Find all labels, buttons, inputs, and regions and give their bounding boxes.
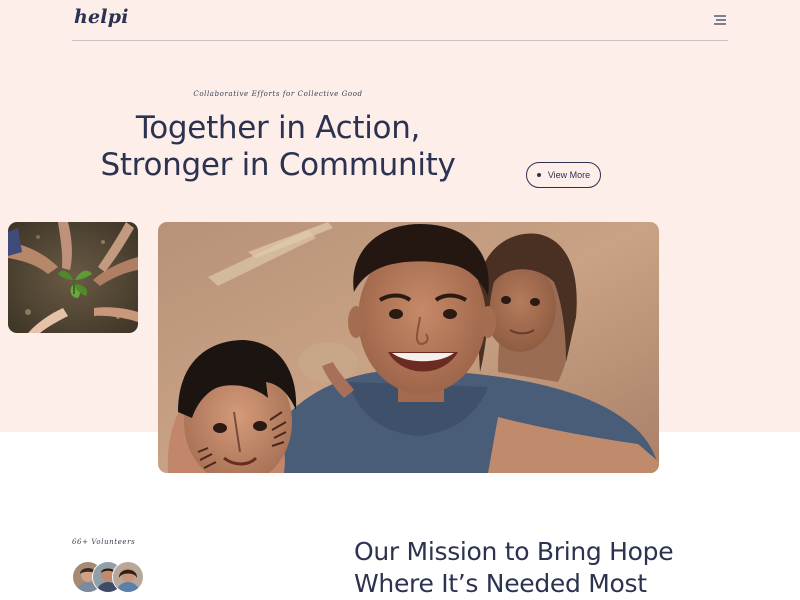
brand-logo[interactable]: helpi xyxy=(74,6,129,28)
hero-title: Together in Action, Stronger in Communit… xyxy=(90,110,466,184)
view-more-button[interactable]: View More xyxy=(526,162,601,188)
view-more-label: View More xyxy=(547,170,591,180)
smiling-young-man-with-children-selfie-photo xyxy=(158,222,659,473)
hands-planting-seedling-photo xyxy=(8,222,138,333)
volunteers-count-label: 66+ Volunteers xyxy=(72,538,136,546)
mission-title-line-2: Where It’s Needed Most xyxy=(354,569,647,598)
volunteers-avatar-group xyxy=(72,561,146,593)
hero-title-line-2: Stronger in Community xyxy=(100,147,456,183)
volunteer-avatar-3 xyxy=(112,561,144,593)
bullet-dot-icon xyxy=(536,173,541,177)
mission-title: Our Mission to Bring Hope Where It’s Nee… xyxy=(354,536,734,600)
hero-title-line-1: Together in Action, xyxy=(135,110,421,146)
hamburger-menu-icon xyxy=(714,15,726,25)
menu-button[interactable] xyxy=(712,13,728,27)
site-header: helpi xyxy=(72,0,728,41)
hero-tagline: Collaborative Efforts for Collective Goo… xyxy=(193,90,363,98)
mission-title-line-1: Our Mission to Bring Hope xyxy=(354,537,674,566)
